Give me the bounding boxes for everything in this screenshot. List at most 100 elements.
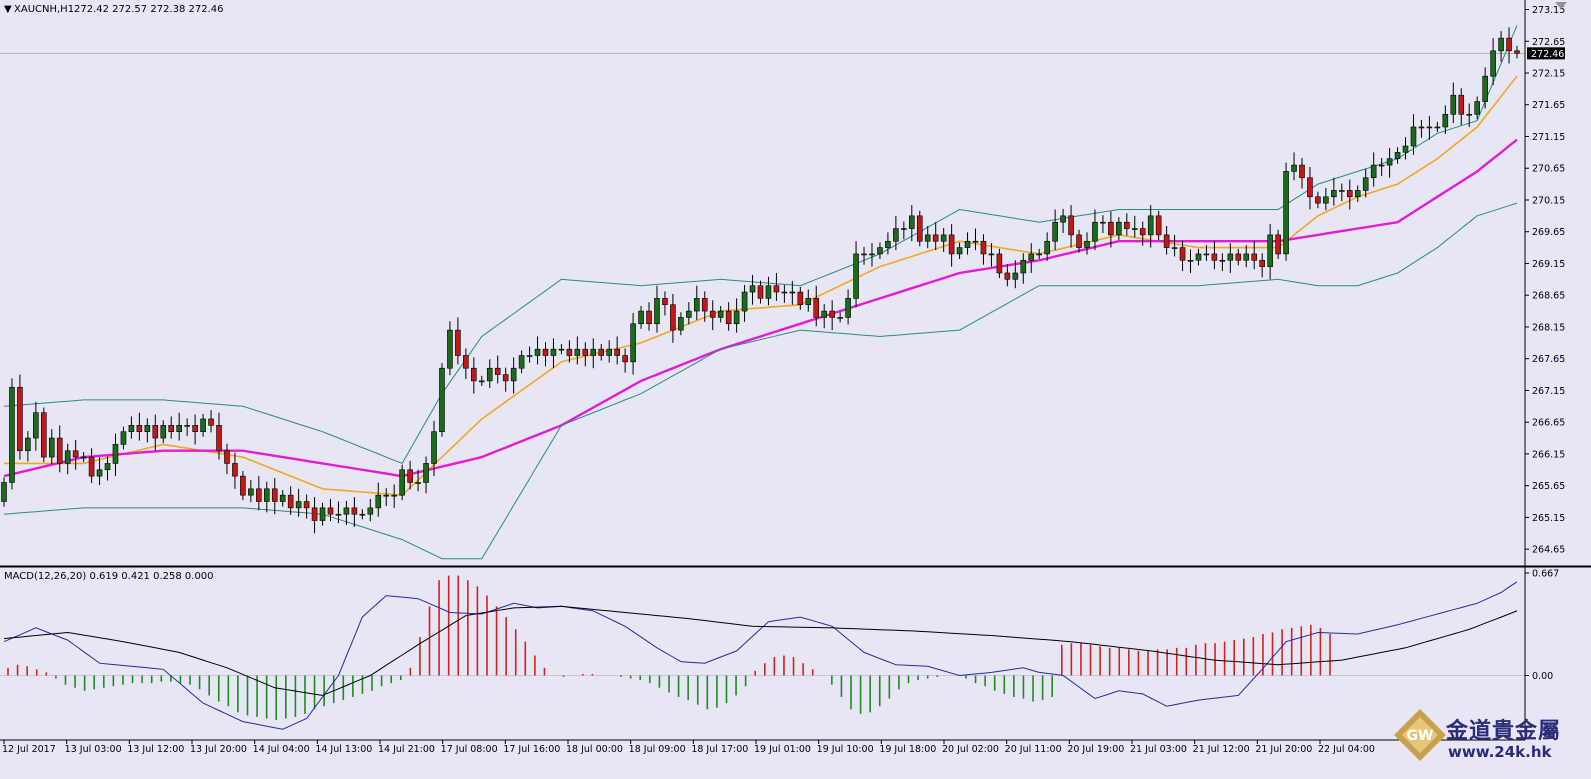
price-axis-label: 268.15 — [1532, 322, 1565, 333]
candle — [1283, 162, 1289, 261]
chart-dropdown-icon[interactable]: ▼ — [4, 4, 12, 15]
candle-body — [152, 425, 159, 439]
candle-body — [192, 425, 198, 432]
time-axis-label: 19 Jul 18:00 — [879, 744, 936, 755]
candle-body — [526, 355, 533, 357]
candle-body — [940, 234, 947, 242]
candle-body — [240, 475, 246, 496]
candle-body — [112, 444, 119, 464]
candle-body — [765, 285, 772, 299]
candle-body — [1052, 221, 1058, 242]
candle-body — [972, 240, 979, 243]
candle — [17, 374, 23, 460]
time-axis-label: 21 Jul 12:00 — [1193, 744, 1250, 755]
time-axis-label: 18 Jul 00:00 — [566, 744, 623, 755]
candle-body — [558, 348, 565, 351]
candle-body — [1211, 253, 1218, 261]
candle-body — [1370, 164, 1377, 179]
candle-body — [630, 323, 636, 363]
candle-body — [311, 507, 318, 521]
candle-body — [1084, 240, 1090, 248]
candle-body — [1283, 171, 1289, 255]
candle-body — [1299, 164, 1305, 179]
candle-body — [670, 304, 676, 331]
candle-body — [415, 482, 421, 484]
candle-body — [717, 310, 724, 318]
price-axis-label: 265.15 — [1532, 513, 1565, 524]
time-axis-label: 14 Jul 13:00 — [315, 744, 372, 755]
time-axis-label: 13 Jul 03:00 — [65, 744, 122, 755]
candle-body — [1076, 234, 1082, 248]
candle-body — [1012, 272, 1019, 280]
candle-body — [1426, 126, 1433, 129]
candle-body — [964, 240, 971, 248]
candle-body — [877, 247, 883, 255]
candle-body — [757, 285, 764, 299]
candle-body — [1028, 253, 1035, 261]
candle-body — [1100, 221, 1106, 224]
candle-body — [431, 431, 437, 464]
candle — [916, 210, 923, 247]
time-axis-label: 19 Jul 10:00 — [817, 744, 874, 755]
candle-body — [1116, 221, 1122, 236]
candle-body — [303, 501, 310, 509]
candle-body — [869, 253, 875, 256]
candle-body — [128, 425, 135, 432]
price-axis-label: 265.65 — [1532, 481, 1565, 492]
candle-body — [1291, 164, 1297, 172]
candle-body — [216, 425, 222, 452]
candle-body — [1155, 215, 1162, 236]
candle-body — [1354, 190, 1361, 198]
candle-body — [1, 482, 7, 502]
candle-body — [120, 431, 127, 445]
candle-body — [813, 298, 820, 318]
price-axis-label: 270.65 — [1532, 164, 1565, 175]
candle-body — [1323, 196, 1329, 204]
candle-body — [399, 469, 405, 496]
candle-body — [1147, 215, 1154, 236]
candle-body — [1378, 164, 1385, 167]
candle-body — [980, 240, 987, 255]
candle-body — [932, 234, 939, 242]
candle-body — [1044, 240, 1050, 255]
candle-body — [598, 348, 605, 356]
candle-body — [956, 247, 963, 255]
candle-body — [948, 234, 955, 255]
candle-body — [1458, 94, 1465, 115]
chart-background — [0, 0, 1591, 775]
macd-header: MACD(12,26,20) 0.619 0.421 0.258 0.000 — [4, 571, 214, 582]
candle-body — [343, 507, 350, 515]
candle-body — [534, 348, 541, 356]
candle-body — [1498, 37, 1504, 52]
candle-body — [916, 215, 923, 242]
broker-name: 金道貴金屬 — [1446, 719, 1562, 744]
candle-body — [1418, 126, 1425, 129]
candle-body — [271, 488, 278, 502]
candle-body — [1331, 190, 1337, 198]
candle-body — [1243, 253, 1250, 261]
price-axis-label: 267.15 — [1532, 386, 1565, 397]
time-axis-label: 18 Jul 09:00 — [629, 744, 686, 755]
candle-body — [48, 437, 55, 458]
candle-body — [1203, 253, 1210, 256]
candle-body — [1402, 145, 1409, 153]
candle-body — [1307, 177, 1313, 198]
candle-body — [383, 494, 390, 497]
candle-body — [1514, 50, 1520, 54]
candle-body — [184, 425, 190, 427]
candle-body — [1506, 37, 1512, 52]
candle-body — [709, 310, 716, 318]
candle-body — [478, 380, 485, 383]
candle-body — [41, 412, 47, 458]
candle-body — [80, 456, 87, 459]
candle-body — [725, 310, 732, 325]
candle-body — [1450, 94, 1457, 115]
candle-body — [701, 298, 708, 312]
candle-body — [224, 450, 230, 464]
candle-body — [1251, 253, 1258, 261]
candle-body — [1466, 113, 1473, 116]
candle-body — [566, 348, 573, 356]
candle-body — [208, 418, 214, 426]
candle-body — [654, 298, 660, 325]
candle-body — [1410, 126, 1417, 147]
